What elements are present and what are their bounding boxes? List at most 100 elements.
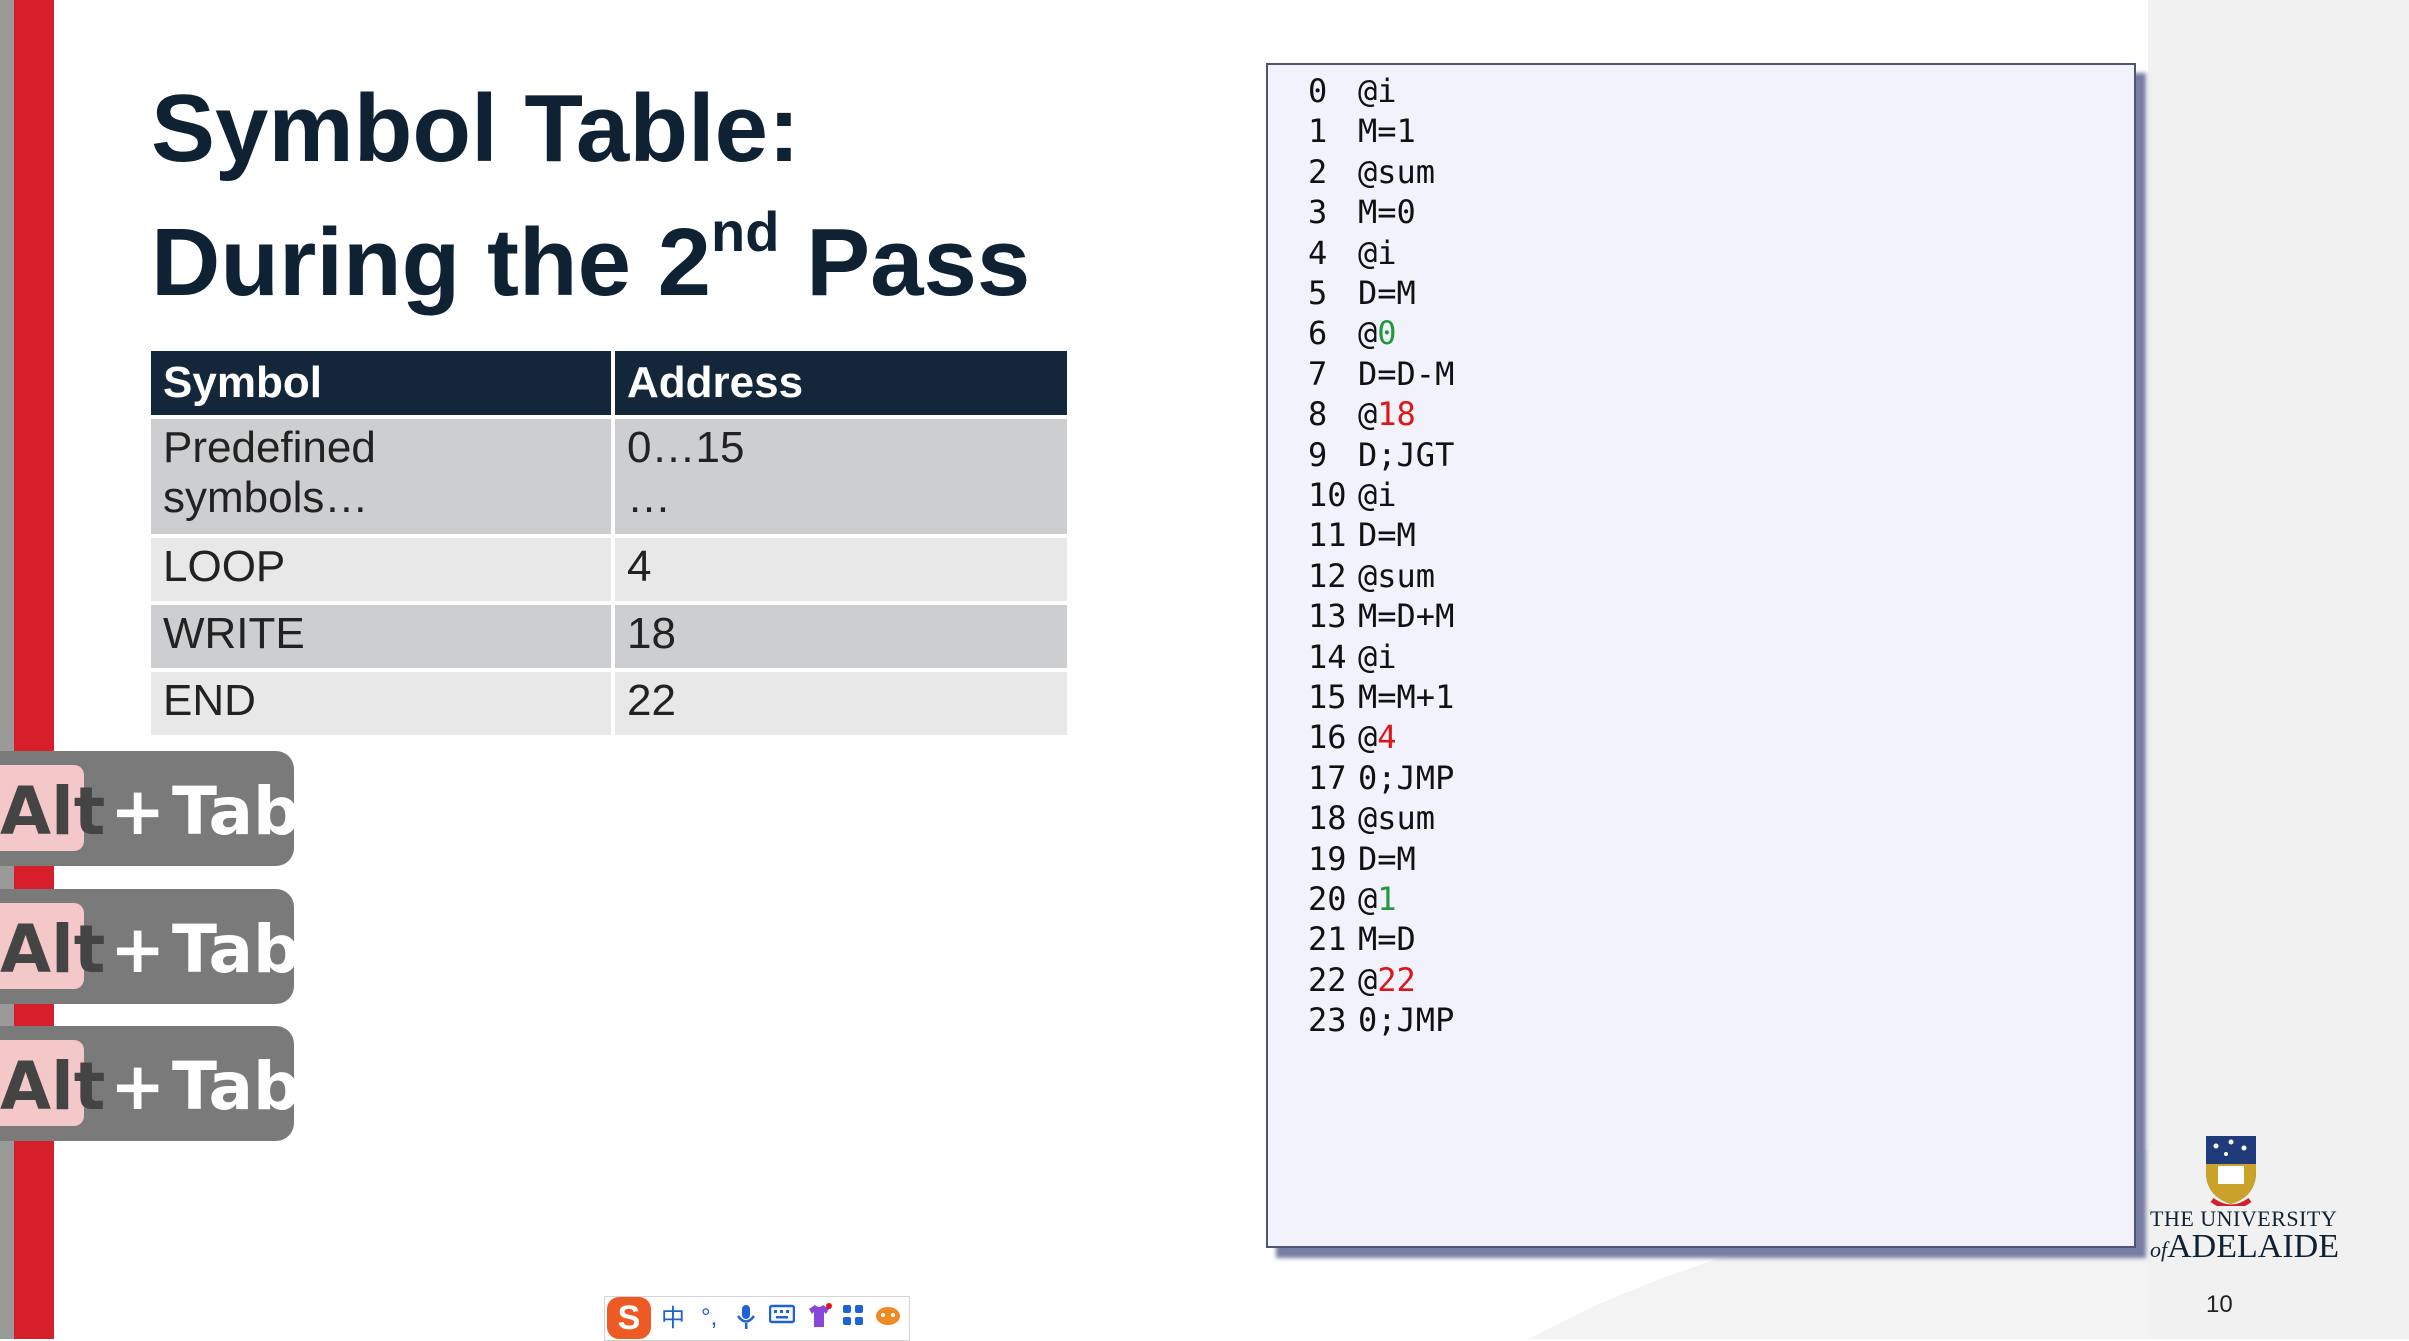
address-column-header: Address <box>613 351 1071 419</box>
university-crest-icon <box>2206 1136 2256 1206</box>
title-superscript: nd <box>711 200 780 263</box>
symbol-cell: Predefined symbols… <box>151 417 615 538</box>
line-number: 12 <box>1308 556 1347 595</box>
code-line: 5 D=M <box>1308 273 1416 313</box>
microphone-icon[interactable] <box>735 1303 757 1339</box>
tab-key-label: Tab <box>172 911 301 988</box>
instruction-prefix: @ <box>1358 314 1378 353</box>
code-line: 16 @4 <box>1308 717 1397 757</box>
code-line: 11 D=M <box>1308 515 1416 555</box>
skin-icon[interactable] <box>805 1303 833 1337</box>
instruction-prefix: @ <box>1358 718 1378 757</box>
plus-sign: + <box>110 1048 166 1125</box>
ime-logo-icon[interactable]: S <box>607 1297 651 1339</box>
line-number: 6 <box>1308 314 1328 353</box>
logo-text-name: ADELAIDE <box>2167 1228 2339 1265</box>
line-number: 18 <box>1308 799 1347 838</box>
alt-tab-overlay: Alt + Tab <box>0 751 300 866</box>
code-line: 4 @i <box>1308 233 1397 273</box>
assembly-code-panel: 0 @i 1 M=1 2 @sum 3 M=0 4 @i 5 D=M 6 @0 7 D=D-M 8 @18 9 D;J… <box>1266 63 2136 1248</box>
symbol-table: Symbol Address Predefined symbols… 0…15 … <box>151 351 1071 739</box>
table-row: Predefined symbols… 0…15 … <box>151 417 1071 538</box>
alt-tab-overlay: Alt + Tab <box>0 1026 300 1141</box>
line-number: 11 <box>1308 516 1347 555</box>
page-number: 10 <box>2206 1291 2233 1318</box>
instruction-text: D=M <box>1358 274 1416 312</box>
title-line-1: Symbol Table: <box>151 75 800 182</box>
line-number: 17 <box>1308 758 1347 797</box>
plus-sign: + <box>110 773 166 850</box>
line-number: 4 <box>1308 233 1328 272</box>
logo-text-prefix: of <box>2150 1237 2168 1262</box>
tab-key-label: Tab <box>172 773 301 850</box>
code-line: 0 @i <box>1308 71 1397 111</box>
symbol-cell: LOOP <box>151 536 615 605</box>
line-number: 13 <box>1308 597 1347 636</box>
address-cell: 18 <box>613 603 1071 672</box>
table-row: LOOP 4 <box>151 536 1071 605</box>
address-cell: 0…15 … <box>613 417 1071 538</box>
keyboard-icon[interactable] <box>768 1303 796 1333</box>
line-number: 14 <box>1308 637 1347 676</box>
alt-tab-overlay: Alt + Tab <box>0 889 300 1004</box>
code-line: 6 @0 <box>1308 313 1397 353</box>
instruction-text: 0;JMP <box>1358 1001 1455 1040</box>
ime-mode-toggle[interactable]: 中 <box>661 1303 685 1333</box>
symbol-text: Predefined <box>163 423 376 472</box>
instruction-prefix: @ <box>1358 395 1378 434</box>
apps-icon[interactable] <box>841 1303 865 1335</box>
code-line: 15 M=M+1 <box>1308 677 1454 717</box>
code-line: 21 M=D <box>1308 919 1416 959</box>
slide-title: Symbol Table: During the 2nd Pass <box>151 62 1030 343</box>
ime-toolbar[interactable]: S 中 °, <box>604 1296 910 1341</box>
address-cell: 4 <box>613 536 1071 605</box>
instruction-text: @sum <box>1358 556 1436 595</box>
instruction-text: @i <box>1358 637 1397 676</box>
symbol-cell: END <box>151 670 615 739</box>
line-number: 19 <box>1308 839 1347 878</box>
instruction-text: @sum <box>1358 799 1436 838</box>
line-number: 16 <box>1308 718 1347 757</box>
code-line: 8 @18 <box>1308 394 1416 434</box>
table-row: END 22 <box>151 670 1071 739</box>
mascot-icon[interactable] <box>873 1303 903 1335</box>
instruction-text: D=M <box>1358 839 1416 878</box>
logo-text-line-2: ofADELAIDE <box>2150 1228 2339 1266</box>
instruction-text: D=D-M <box>1358 354 1455 393</box>
code-line: 17 0;JMP <box>1308 758 1454 798</box>
symbol-cell: WRITE <box>151 603 615 672</box>
instruction-text: M=D+M <box>1358 597 1455 636</box>
instruction-text: @sum <box>1358 152 1436 191</box>
code-line: 12 @sum <box>1308 556 1435 596</box>
instruction-text: @i <box>1358 233 1397 272</box>
instruction-prefix: @ <box>1358 880 1378 918</box>
table-row: WRITE 18 <box>151 603 1071 672</box>
title-line-2-post: Pass <box>779 209 1031 316</box>
code-line: 20 @1 <box>1308 879 1397 919</box>
highlighted-address-value: 1 <box>1377 880 1397 918</box>
address-text: … <box>627 473 671 522</box>
highlighted-address-value: 0 <box>1377 314 1397 353</box>
line-number: 15 <box>1308 678 1347 716</box>
line-number: 20 <box>1308 880 1347 918</box>
slide: Symbol Table: During the 2nd Pass Symbol… <box>0 0 2409 1341</box>
instruction-prefix: @ <box>1358 960 1378 999</box>
line-number: 8 <box>1308 395 1328 434</box>
symbol-column-header: Symbol <box>151 351 615 419</box>
instruction-text: @i <box>1358 72 1397 110</box>
line-number: 23 <box>1308 1001 1347 1040</box>
highlighted-address-value: 18 <box>1377 395 1416 434</box>
code-line: 22 @22 <box>1308 960 1416 1000</box>
line-number: 0 <box>1308 72 1328 110</box>
alt-key-label: Alt <box>0 1048 106 1125</box>
symbol-text: symbols… <box>163 473 369 522</box>
instruction-text: M=M+1 <box>1358 678 1455 716</box>
code-line: 7 D=D-M <box>1308 354 1454 394</box>
title-line-2-pre: During the 2 <box>151 209 712 316</box>
plus-sign: + <box>110 911 166 988</box>
code-line: 18 @sum <box>1308 798 1435 838</box>
ime-punct-toggle[interactable]: °, <box>701 1303 717 1333</box>
code-line: 3 M=0 <box>1308 192 1416 232</box>
code-line: 9 D;JGT <box>1308 435 1454 475</box>
tab-key-label: Tab <box>172 1048 301 1125</box>
